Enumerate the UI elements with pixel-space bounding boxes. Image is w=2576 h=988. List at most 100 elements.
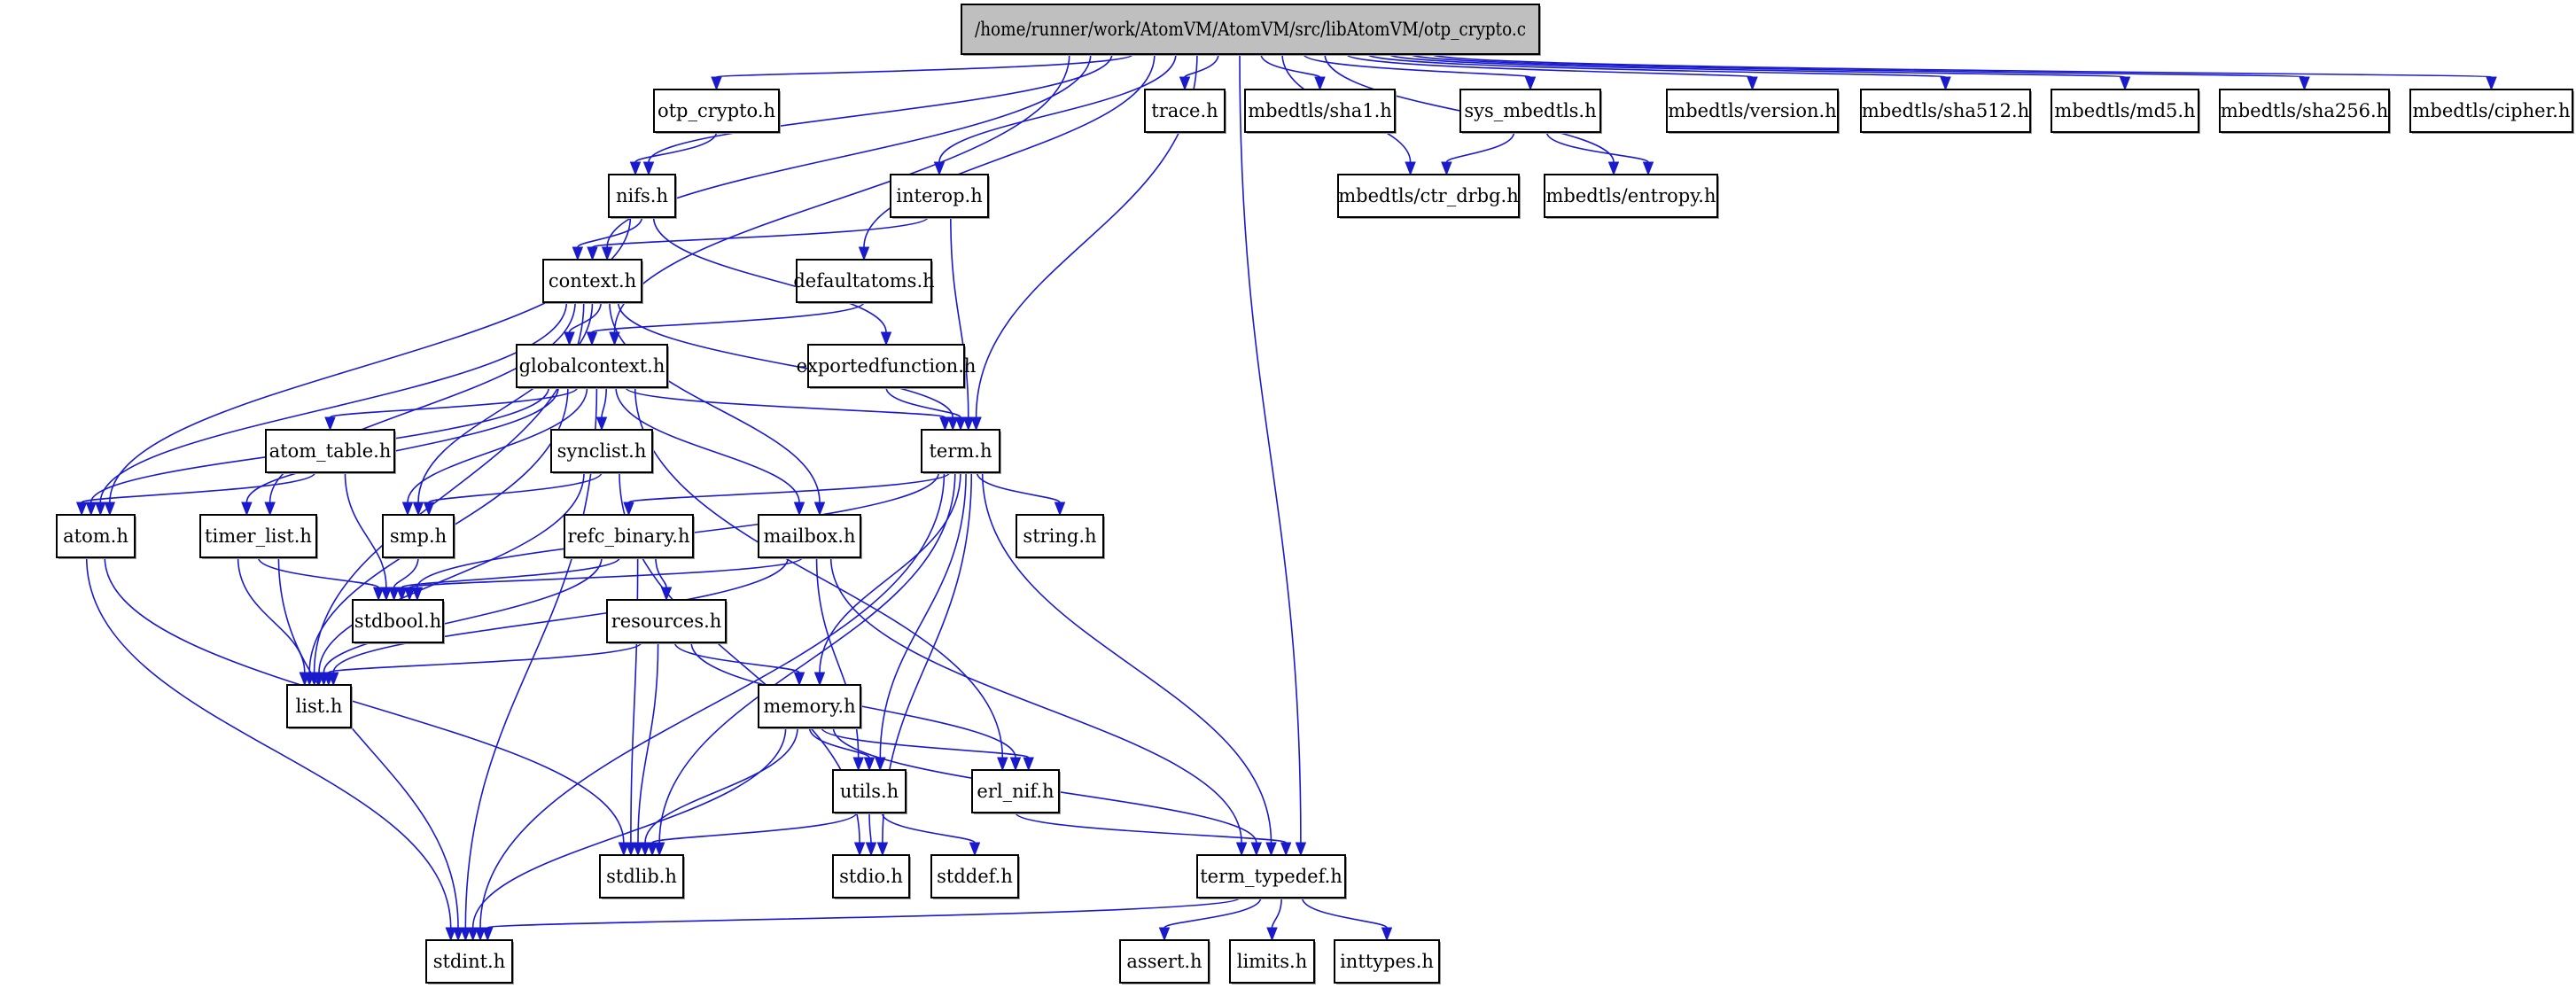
node-atom-table-h[interactable]: atom_table.h [265,429,396,474]
arrowhead-icon [623,502,634,517]
edge-term-typedef-h-to-stdint-h [482,897,1241,942]
node-stdbool-h[interactable]: stdbool.h [352,599,445,644]
arrowhead-icon [793,502,805,517]
node-stddef-h[interactable]: stddef.h [930,854,1020,899]
node-mbedtls-entropy-h[interactable]: mbedtls/entropy.h [1544,174,1719,219]
node-mbedtls-sha256-h[interactable]: mbedtls/sha256.h [2219,89,2391,134]
edge-line [651,812,858,844]
node-trace-h[interactable]: trace.h [1144,89,1226,134]
node-label: globalcontext.h [519,355,665,377]
edge-refc-binary-h-to-resources-h [655,556,673,602]
edge-line [808,727,870,759]
node-interop-h[interactable]: interop.h [890,174,990,219]
node-mbedtls-cipher-h[interactable]: mbedtls/cipher.h [2409,89,2574,134]
node-mailbox-h[interactable]: mailbox.h [758,514,862,559]
node-defaultatoms-h[interactable]: defaultatoms.h [793,259,935,304]
node-utils-h[interactable]: utils.h [832,769,907,814]
arrowhead-icon [1441,161,1452,176]
edge-line [637,642,659,844]
edge-memory-h-to-stdlib-h [639,727,798,857]
edge-context-h-to-mailbox-h [609,301,826,517]
arrowhead-icon [880,331,892,346]
node-exportedfunction-h[interactable]: exportedfunction.h [797,344,977,389]
edge-timer-list-h-to-stdbool-h [257,556,385,602]
edge-otp-crypto-c-to-trace-h [1179,53,1219,91]
node-label: term.h [929,440,992,462]
node-smp-h[interactable]: smp.h [382,514,455,559]
edge-synclist-h-to-smp-h [423,471,603,517]
arrowhead-icon [1266,927,1278,942]
node-globalcontext-h[interactable]: globalcontext.h [516,344,669,389]
arrowhead-icon [1179,76,1191,91]
node-stdio-h[interactable]: stdio.h [832,854,911,899]
arrowhead-icon [264,502,276,517]
node-assert-h[interactable]: assert.h [1119,939,1210,984]
edge-globalcontext-h-to-atom-table-h [324,386,579,432]
node-refc-binary-h[interactable]: refc_binary.h [564,514,695,559]
arrowhead-icon [372,587,385,602]
arrowhead-icon [813,672,826,687]
node-atom-h[interactable]: atom.h [56,514,136,559]
node-label: erl_nif.h [977,781,1054,802]
node-mbedtls-ctr-drbg-h[interactable]: mbedtls/ctr_drbg.h [1337,174,1521,219]
node-label: resources.h [611,611,722,632]
arrowhead-icon [997,757,1008,772]
node-otp-crypto-h[interactable]: otp_crypto.h [653,89,781,134]
arrowhead-icon [75,502,88,517]
arrowhead-icon [876,842,889,857]
node-list-h[interactable]: list.h [286,684,353,729]
edge-line [938,53,1177,163]
edge-utils-h-to-stddef-h [881,812,981,857]
arrowhead-icon [2119,76,2131,91]
arrowhead-icon [865,842,877,857]
arrowhead-icon [863,757,876,772]
edge-otp-crypto-c-to-term-typedef-h [1239,53,1307,857]
node-context-h[interactable]: context.h [542,259,643,304]
arrowhead-icon [969,842,981,857]
node-label: string.h [1023,525,1096,547]
node-nifs-h[interactable]: nifs.h [608,174,677,219]
arrowhead-icon [572,246,584,261]
arrowhead-icon [2299,76,2310,91]
node-mbedtls-version-h[interactable]: mbedtls/version.h [1666,89,1840,134]
node-stdlib-h[interactable]: stdlib.h [599,854,685,899]
arrowhead-icon [813,502,826,517]
edge-term-h-to-refc-binary-h [623,471,951,517]
arrowhead-icon [660,587,673,602]
node-term-typedef-h[interactable]: term_typedef.h [1196,854,1347,899]
root-node-otp-crypto-c[interactable]: /home/runner/work/AtomVM/AtomVM/src/libA… [961,4,1541,56]
node-mbedtls-sha1-h[interactable]: mbedtls/sha1.h [1244,89,1397,134]
node-inttypes-h[interactable]: inttypes.h [1334,939,1441,984]
node-erl-nif-h[interactable]: erl_nif.h [971,769,1061,814]
arrowhead-icon [401,502,414,517]
node-timer-list-h[interactable]: timer_list.h [199,514,318,559]
node-label: atom_table.h [269,440,392,462]
node-sys-mbedtls-h[interactable]: sys_mbedtls.h [1459,89,1602,134]
node-label: mailbox.h [764,525,856,547]
node-label: mbedtls/sha256.h [2221,100,2388,121]
edge-interop-h-to-term-h [950,216,975,432]
node-string-h[interactable]: string.h [1016,514,1105,559]
node-memory-h[interactable]: memory.h [758,684,862,729]
edge-sys-mbedtls-h-to-mbedtls-entropy-h [1545,131,1654,176]
arrowhead-icon [1405,161,1416,176]
node-label: memory.h [763,696,855,717]
node-stdint-h[interactable]: stdint.h [425,939,514,984]
arrowhead-icon [452,927,464,942]
arrowhead-icon [423,502,435,517]
node-resources-h[interactable]: resources.h [606,599,728,644]
node-label: nifs.h [616,185,668,206]
node-label: /home/runner/work/AtomVM/AtomVM/src/libA… [975,19,1526,40]
node-mbedtls-sha512-h[interactable]: mbedtls/sha512.h [1860,89,2032,134]
node-label: utils.h [840,781,899,802]
edge-resources-h-to-list-h [323,642,642,687]
node-synclist-h[interactable]: synclist.h [550,429,654,474]
node-limits-h[interactable]: limits.h [1229,939,1316,984]
node-term-h[interactable]: term.h [921,429,1001,474]
node-label: sys_mbedtls.h [1464,100,1596,121]
edge-line [601,386,608,418]
node-label: mbedtls/version.h [1668,100,1836,121]
node-mbedtls-md5-h[interactable]: mbedtls/md5.h [2051,89,2200,134]
edge-line [257,556,379,588]
arrowhead-icon [1381,927,1393,942]
